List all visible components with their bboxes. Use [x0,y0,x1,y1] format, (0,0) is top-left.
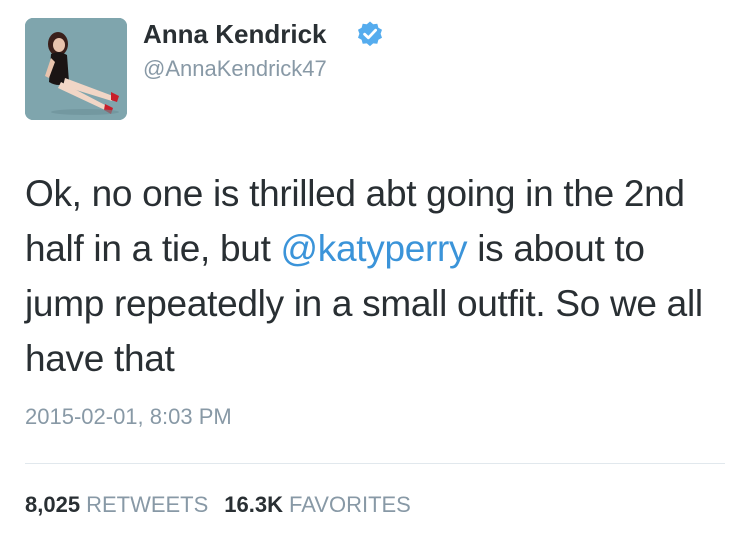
divider [25,463,725,464]
avatar-image [25,18,127,120]
tweet-card: Anna Kendrick @AnnaKendrick47 Ok, no one… [0,0,750,544]
tweet-timestamp[interactable]: 2015-02-01, 8:03 PM [25,403,232,431]
verified-badge-icon [358,21,382,47]
retweets-label: RETWEETS [86,492,209,517]
favorites-stat[interactable]: 16.3K FAVORITES [224,492,411,517]
retweets-count: 8,025 [25,492,81,517]
tweet-stats: 8,025 RETWEETS 16.3K FAVORITES [25,491,411,519]
retweets-stat[interactable]: 8,025 RETWEETS [25,492,208,517]
favorites-label: FAVORITES [289,492,411,517]
avatar[interactable] [25,18,127,120]
favorites-count: 16.3K [224,492,284,517]
mention-link[interactable]: @katyperry [281,228,468,269]
display-name[interactable]: Anna Kendrick [143,18,327,50]
tweet-text: Ok, no one is thrilled abt going in the … [25,166,725,386]
user-handle[interactable]: @AnnaKendrick47 [143,55,327,83]
